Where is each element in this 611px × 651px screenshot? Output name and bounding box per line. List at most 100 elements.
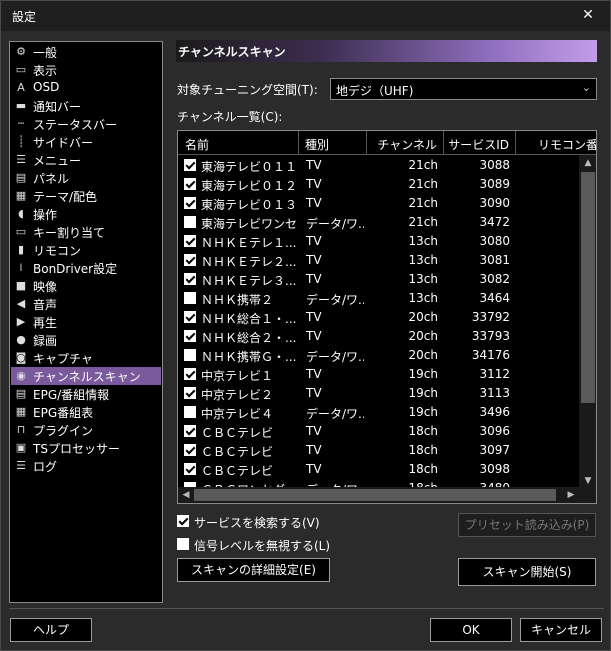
channel-checkbox[interactable] xyxy=(184,368,196,380)
channel-row[interactable]: 東海テレビワンセグデータ/ワ... 21ch 3472 xyxy=(178,213,580,232)
tuning-space-value: 地デジ（UHF) xyxy=(336,84,414,98)
nav-item[interactable]: ⊓ プラグイン xyxy=(11,421,161,439)
nav-item[interactable]: ● 録画 xyxy=(11,331,161,349)
nav-item[interactable]: ▬ 通知バー xyxy=(11,97,161,115)
nav-item[interactable]: ◖ 操作 xyxy=(11,205,161,223)
channel-checkbox[interactable] xyxy=(184,254,196,266)
nav-item[interactable]: ┄ ステータスバー xyxy=(11,115,161,133)
nav-item[interactable]: ▤ EPG/番組情報 xyxy=(11,385,161,403)
channel-list[interactable]: 名前 種別 チャンネル サービスID リモコン番 東海テレビ０１１ TV 21ch 3… xyxy=(177,130,597,504)
horizontal-scroll-thumb[interactable] xyxy=(194,489,556,501)
channel-checkbox[interactable] xyxy=(184,425,196,437)
channel-row[interactable]: ＣＢＣテレビ TV 18ch 3098 xyxy=(178,460,580,479)
channel-checkbox[interactable] xyxy=(184,235,196,247)
nav-item[interactable]: ⚙ 一般 xyxy=(11,43,161,61)
scroll-right-icon[interactable]: ▶ xyxy=(563,487,579,503)
column-header-type[interactable]: 種別 xyxy=(299,131,367,155)
service-id: 3097 xyxy=(479,443,510,457)
channel-checkbox[interactable] xyxy=(184,197,196,209)
column-header-name[interactable]: 名前 xyxy=(178,131,299,155)
menu-icon: ☰ xyxy=(16,153,26,166)
camera-icon: ◙ xyxy=(15,351,27,364)
channel-checkbox[interactable] xyxy=(184,292,196,304)
channel-checkbox[interactable] xyxy=(184,216,196,228)
channel-number: 21ch xyxy=(408,215,438,229)
nav-item[interactable]: ■ 映像 xyxy=(11,277,161,295)
nav-item[interactable]: ▤ パネル xyxy=(11,169,161,187)
scroll-left-icon[interactable]: ◀ xyxy=(178,487,194,503)
channel-checkbox[interactable] xyxy=(184,387,196,399)
nav-item[interactable]: ▣ TSプロセッサー xyxy=(11,439,161,457)
ts-processor-icon: ▣ xyxy=(15,441,27,454)
ignore-signal-checkbox[interactable] xyxy=(177,538,189,550)
nav-item[interactable]: ▭ 表示 xyxy=(11,61,161,79)
channel-checkbox[interactable] xyxy=(184,159,196,171)
nav-item[interactable]: A OSD xyxy=(11,79,161,97)
channel-number: 13ch xyxy=(408,253,438,267)
column-header-remote[interactable]: リモコン番 xyxy=(516,131,596,155)
channel-row[interactable]: ＮＨＫＥテレ２... TV 13ch 3081 xyxy=(178,251,580,270)
channel-number: 18ch xyxy=(408,462,438,476)
channel-number: 18ch xyxy=(408,424,438,438)
nav-item[interactable]: ▮ リモコン xyxy=(11,241,161,259)
service-id: 3081 xyxy=(479,253,510,267)
cancel-button[interactable]: キャンセル xyxy=(520,618,602,642)
channel-row[interactable]: ＣＢＣテレビ TV 18ch 3096 xyxy=(178,422,580,441)
nav-item-label: プラグイン xyxy=(33,424,94,438)
channel-checkbox[interactable] xyxy=(184,349,196,361)
help-button[interactable]: ヘルプ xyxy=(10,618,92,642)
channel-row[interactable]: 中京テレビ４ データ/ワ... 19ch 3496 xyxy=(178,403,580,422)
nav-item[interactable]: ☰ ログ xyxy=(11,457,161,475)
nav-item[interactable]: ▶ 再生 xyxy=(11,313,161,331)
nav-item[interactable]: ◉ チャンネルスキャン xyxy=(11,367,161,385)
channel-number: 20ch xyxy=(408,310,438,324)
scan-detail-settings-button[interactable]: スキャンの詳細設定(E) xyxy=(177,558,330,582)
channel-row[interactable]: 東海テレビ０１１ TV 21ch 3088 xyxy=(178,156,580,175)
nav-item[interactable]: ☰ メニュー xyxy=(11,151,161,169)
channel-row[interactable]: 東海テレビ０１２ TV 21ch 3089 xyxy=(178,175,580,194)
nav-item-label: リモコン xyxy=(33,244,82,258)
nav-item[interactable]: ▦ EPG番組表 xyxy=(11,403,161,421)
preset-load-button[interactable]: プリセット読み込み(P) xyxy=(458,513,596,537)
scan-start-button[interactable]: スキャン開始(S) xyxy=(458,558,596,586)
scroll-up-icon[interactable]: ▲ xyxy=(579,155,596,171)
channel-row[interactable]: 中京テレビ２ TV 19ch 3113 xyxy=(178,384,580,403)
channel-name: 東海テレビワンセグ xyxy=(201,217,297,231)
channel-row[interactable]: ＮＨＫ総合１・... TV 20ch 33792 xyxy=(178,308,580,327)
channel-row[interactable]: ＣＢＣテレビ TV 18ch 3097 xyxy=(178,441,580,460)
search-service-label[interactable]: サービスを検索する(V) xyxy=(194,514,320,531)
close-icon[interactable]: ✕ xyxy=(578,5,598,25)
channel-checkbox[interactable] xyxy=(184,444,196,456)
nav-item[interactable]: ◀ 音声 xyxy=(11,295,161,313)
nav-item[interactable]: ▦ テーマ/配色 xyxy=(11,187,161,205)
channel-checkbox[interactable] xyxy=(184,330,196,342)
nav-item[interactable]: ⏽ BonDriver設定 xyxy=(11,259,161,277)
vertical-scrollbar[interactable]: ▲ ▼ xyxy=(579,155,596,489)
ignore-signal-label[interactable]: 信号レベルを無視する(L) xyxy=(194,537,330,554)
channel-type: データ/ワ... xyxy=(306,217,364,231)
search-service-checkbox[interactable] xyxy=(177,515,189,527)
channel-row[interactable]: ＮＨＫ携帯２ データ/ワ... 13ch 3464 xyxy=(178,289,580,308)
nav-item[interactable]: ┊ サイドバー xyxy=(11,133,161,151)
channel-row[interactable]: ＮＨＫ携帯Ｇ・... データ/ワ... 20ch 34176 xyxy=(178,346,580,365)
tuning-space-select[interactable]: 地デジ（UHF) ⌄ xyxy=(330,78,597,100)
ok-button[interactable]: OK xyxy=(430,618,512,642)
channel-row[interactable]: ＮＨＫ総合２・... TV 20ch 33793 xyxy=(178,327,580,346)
channel-checkbox[interactable] xyxy=(184,463,196,475)
channel-checkbox[interactable] xyxy=(184,311,196,323)
channel-row[interactable]: ＮＨＫＥテレ３... TV 13ch 3082 xyxy=(178,270,580,289)
nav-item[interactable]: ◙ キャプチャ xyxy=(11,349,161,367)
settings-nav-list[interactable]: ⚙ 一般 ▭ 表示 A OSD ▬ 通知バー ┄ ステータスバー ┊ サイドバー ☰ メニュー ▤ パネル ▦ テ… xyxy=(9,41,163,603)
horizontal-scrollbar[interactable]: ◀ ▶ xyxy=(178,487,579,503)
channel-row[interactable]: 東海テレビ０１３ TV 21ch 3090 xyxy=(178,194,580,213)
channel-row[interactable]: 中京テレビ１ TV 19ch 3112 xyxy=(178,365,580,384)
column-header-channel[interactable]: チャンネル xyxy=(367,131,444,155)
vertical-scroll-thumb[interactable] xyxy=(581,172,595,403)
channel-checkbox[interactable] xyxy=(184,273,196,285)
column-header-service-id[interactable]: サービスID xyxy=(444,131,516,155)
channel-checkbox[interactable] xyxy=(184,406,196,418)
channel-row[interactable]: ＮＨＫＥテレ１... TV 13ch 3080 xyxy=(178,232,580,251)
channel-name: 東海テレビ０１３ xyxy=(201,198,297,212)
nav-item[interactable]: ▭ キー割り当て xyxy=(11,223,161,241)
channel-checkbox[interactable] xyxy=(184,178,196,190)
